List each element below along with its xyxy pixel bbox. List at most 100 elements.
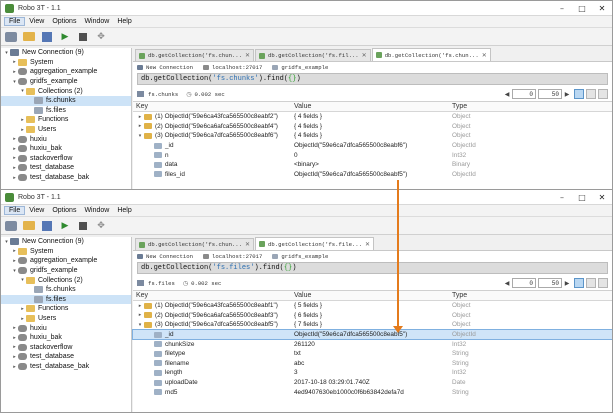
column-key[interactable]: Key (133, 292, 292, 299)
tree-item[interactable]: ▸ huxiu_bak (1, 333, 131, 343)
prev-page-button[interactable]: ◀ (502, 280, 512, 287)
table-row[interactable]: ▾ (3) ObjectId("59e6ca7dfca565500c8eabf6"… (133, 131, 612, 141)
expand-arrow-icon[interactable]: ▸ (136, 303, 144, 309)
table-row[interactable]: chunkSize 261120 Int32 (133, 339, 612, 349)
tree-item[interactable]: ▸ System (1, 58, 131, 68)
tree-item[interactable]: ▸ test_database_bak (1, 362, 131, 372)
tree-item[interactable]: fs.files (1, 106, 131, 116)
tree-item[interactable]: ▸ Users (1, 314, 131, 324)
tree-item[interactable]: fs.chunks (1, 285, 131, 295)
execute-button[interactable]: ▶ (58, 220, 72, 232)
tree-item[interactable]: ▸ Users (1, 125, 131, 135)
table-row[interactable]: files_id ObjectId("59e6ca7dfca565500c8eab… (133, 170, 612, 180)
expand-arrow-icon[interactable]: ▸ (11, 354, 18, 360)
expand-arrow-icon[interactable]: ▸ (19, 127, 26, 133)
expand-arrow-icon[interactable]: ▸ (19, 306, 26, 312)
tree-item[interactable]: ▾ gridfs_example (1, 77, 131, 87)
tab-close-icon[interactable]: ✕ (245, 52, 250, 59)
tree-item[interactable]: ▸ huxiu (1, 323, 131, 333)
query-tab[interactable]: db.getCollection('fs.file... ✕ (255, 237, 375, 250)
collapse-arrow-icon[interactable]: ▾ (136, 133, 144, 139)
menu-file[interactable]: File (4, 17, 26, 26)
collapse-arrow-icon[interactable]: ▾ (136, 322, 144, 328)
table-row[interactable]: md5 4ed9407630eb1000c0f6b63842defa7d Strin… (133, 387, 612, 397)
tab-close-icon[interactable]: ✕ (365, 241, 370, 248)
text-view-button[interactable] (598, 89, 608, 99)
open-button[interactable] (22, 31, 36, 43)
prev-page-button[interactable]: ◀ (502, 91, 512, 98)
format-button[interactable]: ✥ (94, 220, 108, 232)
expand-arrow-icon[interactable]: ▸ (19, 117, 26, 123)
close-icon[interactable]: ✕ (592, 193, 612, 202)
close-icon[interactable]: ✕ (592, 4, 612, 13)
page-size-input[interactable]: 50 (538, 278, 562, 288)
open-button[interactable] (22, 220, 36, 232)
table-row[interactable]: _id ObjectId("59e6ca7dfca565500c8eabf5") O… (132, 328, 612, 341)
menu-view[interactable]: View (25, 207, 48, 214)
expand-arrow-icon[interactable]: ▸ (11, 175, 18, 181)
expand-arrow-icon[interactable]: ▸ (136, 123, 144, 129)
expand-arrow-icon[interactable]: ▸ (11, 364, 18, 370)
column-key[interactable]: Key (133, 103, 292, 110)
collapse-arrow-icon[interactable]: ▾ (11, 79, 18, 85)
tree-view-button[interactable] (574, 89, 584, 99)
query-editor[interactable]: db.getCollection('fs.files').find({}) (137, 262, 608, 274)
format-button[interactable]: ✥ (94, 31, 108, 43)
tree-item[interactable]: ▾ New Connection (9) (1, 237, 131, 247)
table-row[interactable]: filetype txt String (133, 349, 612, 359)
collapse-arrow-icon[interactable]: ▾ (3, 50, 10, 56)
menu-view[interactable]: View (25, 18, 48, 25)
page-from-input[interactable]: 0 (512, 278, 536, 288)
tree-item[interactable]: ▸ aggregation_example (1, 67, 131, 77)
connect-button[interactable] (4, 31, 18, 43)
collapse-arrow-icon[interactable]: ▾ (19, 88, 26, 94)
execute-button[interactable]: ▶ (58, 31, 72, 43)
expand-arrow-icon[interactable]: ▸ (11, 325, 18, 331)
expand-arrow-icon[interactable]: ▸ (11, 146, 18, 152)
table-row[interactable]: ▸ (2) ObjectId("59e6ca6afca565500c8eabf3"… (133, 311, 612, 321)
table-row[interactable]: ▸ (1) ObjectId("59e6ca43fca565500c8eabf1"… (133, 301, 612, 311)
tree-item[interactable]: ▾ Collections (2) (1, 275, 131, 285)
table-row[interactable]: _id ObjectId("59e6ca7dfca565500c8eabf6") O… (133, 141, 612, 151)
tree-item[interactable]: ▸ test_database_bak (1, 173, 131, 183)
tree-item[interactable]: ▸ Functions (1, 304, 131, 314)
next-page-button[interactable]: ▶ (562, 280, 572, 287)
menu-file[interactable]: File (4, 206, 26, 215)
table-row[interactable]: n 0 Int32 (133, 150, 612, 160)
collapse-arrow-icon[interactable]: ▾ (19, 277, 26, 283)
save-button[interactable] (40, 220, 54, 232)
expand-arrow-icon[interactable]: ▸ (11, 136, 18, 142)
table-row[interactable]: data <binary> Binary (133, 160, 612, 170)
table-view-button[interactable] (586, 278, 596, 288)
tree-item[interactable]: ▾ Collections (2) (1, 86, 131, 96)
tree-item[interactable]: ▸ System (1, 247, 131, 257)
expand-arrow-icon[interactable]: ▸ (11, 155, 18, 161)
tree-item[interactable]: ▾ gridfs_example (1, 266, 131, 276)
column-value[interactable]: Value (292, 103, 450, 110)
menu-options[interactable]: Options (48, 18, 80, 25)
tree-item[interactable]: ▾ New Connection (9) (1, 48, 131, 58)
maximize-icon[interactable]: □ (572, 193, 592, 202)
table-row[interactable]: ▸ (1) ObjectId("59e6ca43fca565500c8eabf2"… (133, 112, 612, 122)
page-size-input[interactable]: 50 (538, 89, 562, 99)
expand-arrow-icon[interactable]: ▸ (11, 335, 18, 341)
menu-options[interactable]: Options (48, 207, 80, 214)
expand-arrow-icon[interactable]: ▸ (19, 316, 26, 322)
tree-item[interactable]: ▸ huxiu (1, 134, 131, 144)
tree-item[interactable]: ▸ stackoverflow (1, 343, 131, 353)
maximize-icon[interactable]: □ (572, 4, 592, 13)
expand-arrow-icon[interactable]: ▸ (11, 248, 18, 254)
table-view-button[interactable] (586, 89, 596, 99)
menu-window[interactable]: Window (80, 18, 113, 25)
tree-item[interactable]: ▸ test_database (1, 352, 131, 362)
expand-arrow-icon[interactable]: ▸ (11, 165, 18, 171)
menu-window[interactable]: Window (80, 207, 113, 214)
save-button[interactable] (40, 31, 54, 43)
table-row[interactable]: uploadDate 2017-10-18 03:29:01.740Z Date (133, 378, 612, 388)
tree-view-button[interactable] (574, 278, 584, 288)
tree-item[interactable]: ▸ test_database (1, 163, 131, 173)
table-row[interactable]: length 3 Int32 (133, 368, 612, 378)
minimize-icon[interactable]: – (552, 4, 572, 13)
tree-item[interactable]: ▸ huxiu_bak (1, 144, 131, 154)
query-tab[interactable]: db.getCollection('fs.chun... ✕ (135, 238, 255, 250)
